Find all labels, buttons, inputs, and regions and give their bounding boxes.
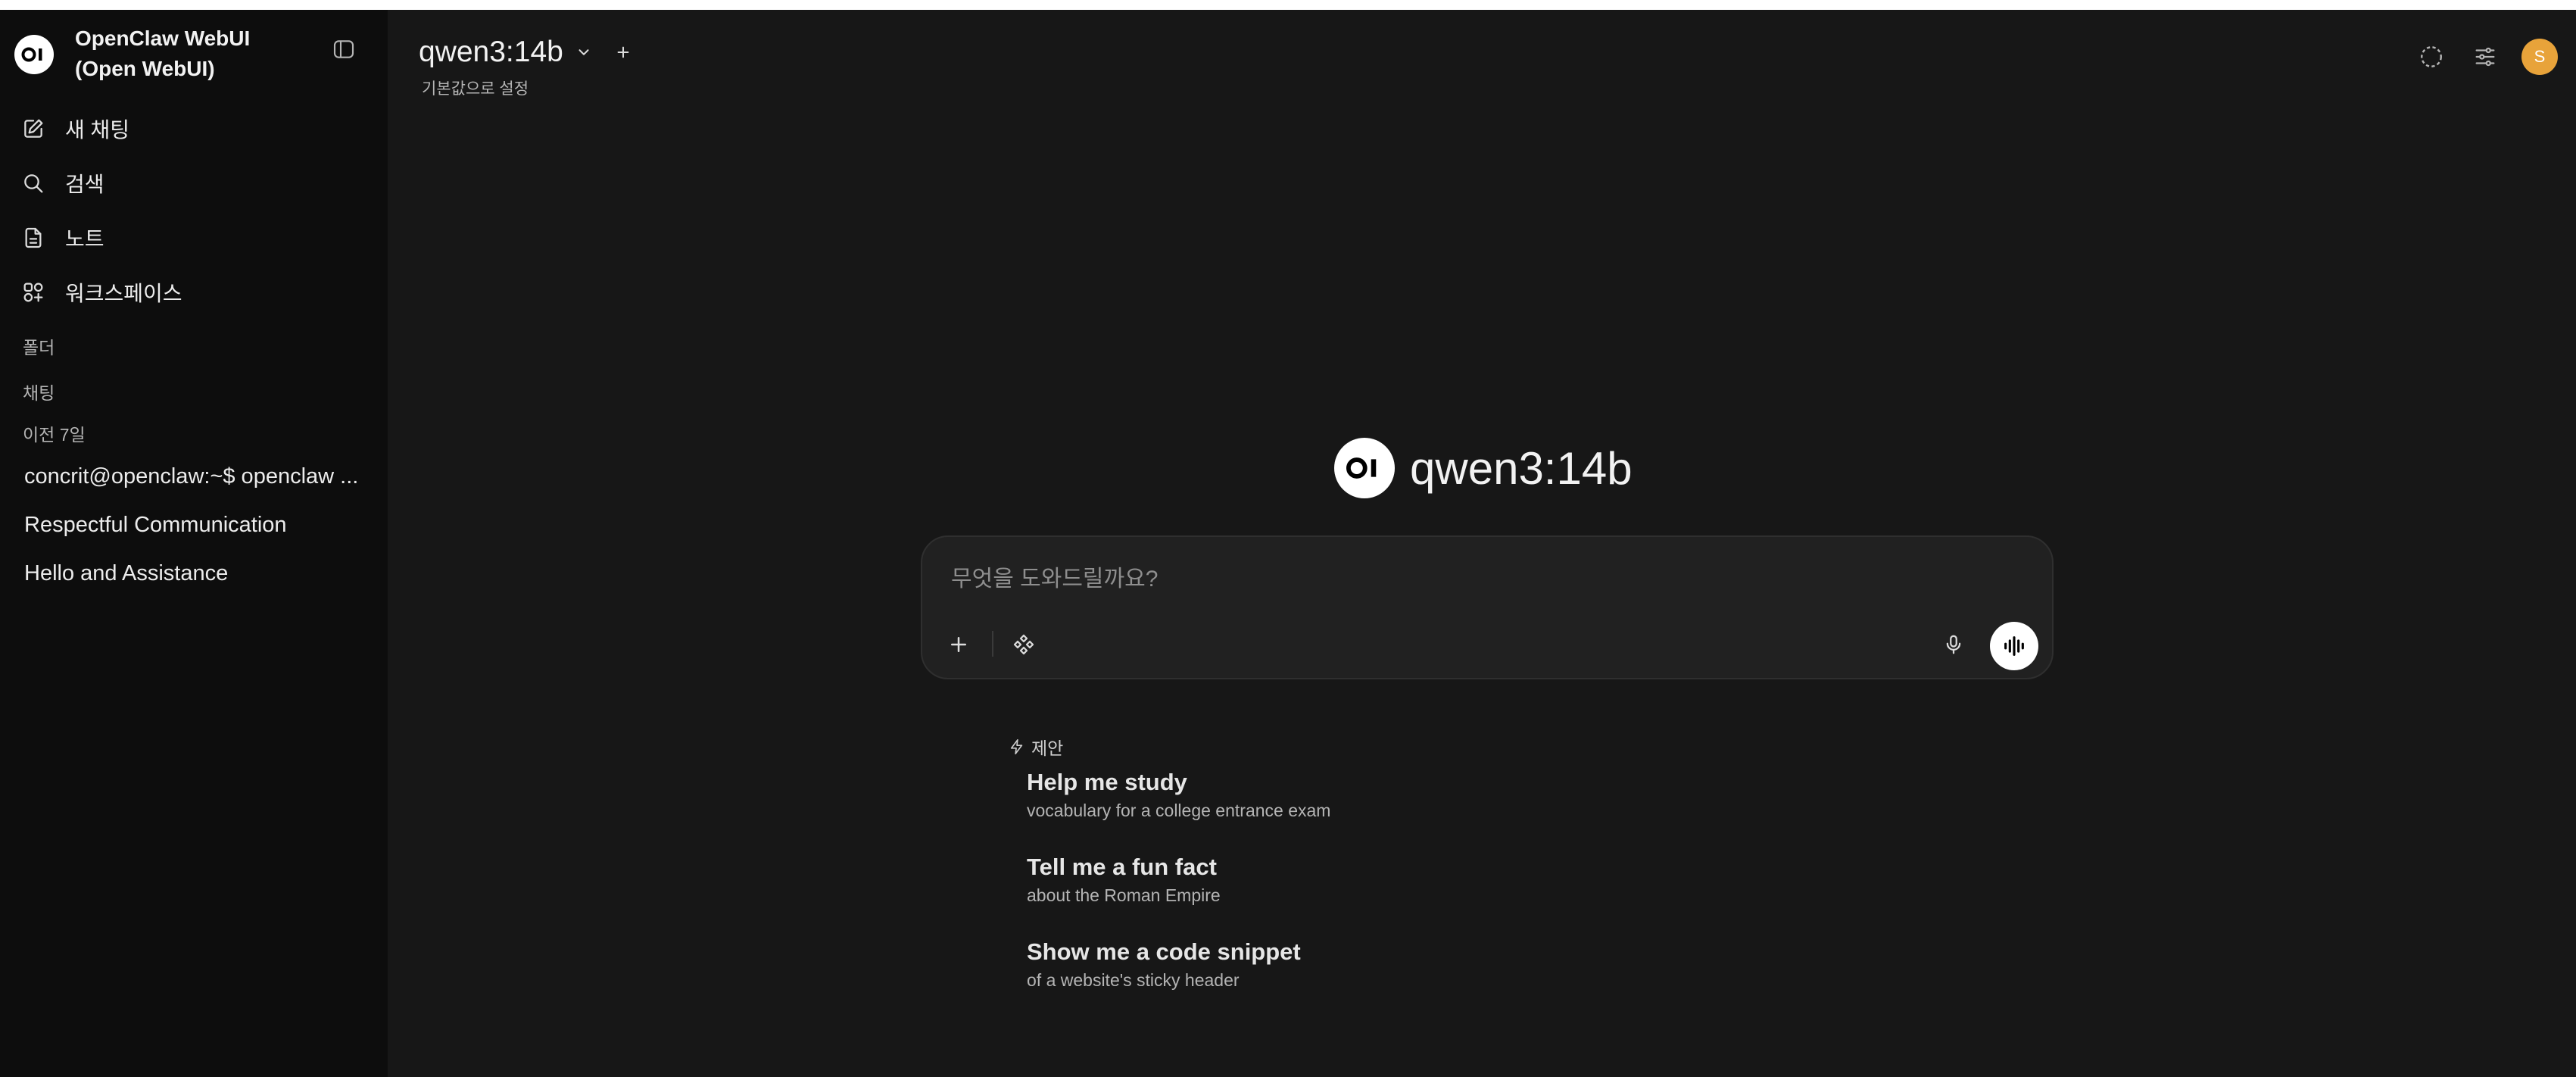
suggestion-item[interactable]: Show me a code snippet of a website's st… — [1027, 937, 1557, 991]
suggestion-subtitle: about the Roman Empire — [1027, 885, 1221, 905]
integrations-icon — [1013, 634, 1034, 655]
plus-icon — [951, 637, 966, 652]
notes-icon — [12, 215, 55, 261]
voice-mode-button[interactable] — [1990, 622, 2038, 670]
model-hero: qwen3:14b — [1334, 435, 1633, 501]
chat-history-item[interactable]: Respectful Communication — [12, 504, 376, 546]
integrations-button[interactable] — [1006, 626, 1042, 663]
edit-icon — [12, 106, 55, 151]
model-selector[interactable]: qwen3:14b — [419, 33, 633, 72]
sidebar-toggle-button[interactable] — [329, 35, 358, 64]
app-name-line1: OpenClaw WebUI — [75, 27, 251, 50]
nav-notes-label: 노트 — [65, 227, 104, 251]
microphone-icon — [1946, 635, 1961, 654]
lightning-icon — [1010, 739, 1023, 754]
nav-new-chat-label: 새 채팅 — [65, 118, 130, 142]
app-window: OpenClaw WebUI (Open WebUI) 새 채팅 검색 노트 워… — [0, 10, 2576, 1077]
controls-icon — [2475, 47, 2495, 67]
app-logo[interactable] — [14, 35, 54, 74]
suggestion-subtitle: of a website's sticky header — [1027, 970, 1240, 990]
suggestion-title: Show me a code snippet — [1027, 938, 1301, 965]
suggestion-item[interactable]: Tell me a fun fact about the Roman Empir… — [1027, 852, 1557, 907]
folders-section-label[interactable]: 폴더 — [23, 333, 55, 359]
controls-button[interactable] — [2470, 42, 2500, 72]
suggestion-subtitle: vocabulary for a college entrance exam — [1027, 801, 1331, 820]
temporary-chat-button[interactable] — [2416, 42, 2447, 72]
nav-search-label: 검색 — [65, 173, 104, 196]
nav-workspace[interactable]: 워크스페이스 — [12, 270, 376, 315]
nav-search[interactable]: 검색 — [12, 161, 376, 206]
open-webui-logo-icon — [21, 47, 42, 62]
nav-new-chat[interactable]: 새 채팅 — [12, 106, 376, 151]
set-default-link[interactable]: 기본값으로 설정 — [422, 76, 529, 99]
hero-model-name: qwen3:14b — [1410, 442, 1633, 494]
add-model-icon[interactable] — [613, 42, 633, 62]
suggestion-item[interactable]: Help me study vocabulary for a college e… — [1027, 767, 1557, 822]
app-name[interactable]: OpenClaw WebUI (Open WebUI) — [75, 23, 302, 84]
sidebar: OpenClaw WebUI (Open WebUI) 새 채팅 검색 노트 워… — [0, 10, 388, 1077]
message-input[interactable] — [950, 566, 1934, 593]
model-logo — [1334, 438, 1395, 498]
temporary-chat-icon — [2421, 46, 2442, 67]
search-icon — [12, 161, 55, 206]
model-name: qwen3:14b — [419, 36, 563, 68]
user-avatar[interactable]: S — [2521, 39, 2558, 75]
app-name-line2: (Open WebUI) — [75, 57, 215, 80]
suggestion-title: Tell me a fun fact — [1027, 854, 1217, 880]
sidebar-panel-icon — [333, 40, 354, 58]
chats-section-label[interactable]: 채팅 — [23, 379, 55, 404]
workspace-icon — [12, 270, 55, 315]
attach-button[interactable] — [940, 626, 977, 663]
message-composer — [921, 535, 2054, 679]
audio-waveform-icon — [2004, 636, 2024, 656]
chevron-down-icon[interactable] — [574, 42, 594, 62]
suggestion-title: Help me study — [1027, 769, 1187, 795]
nav-workspace-label: 워크스페이스 — [65, 282, 182, 305]
chat-history-item[interactable]: Hello and Assistance — [12, 552, 376, 595]
nav-notes[interactable]: 노트 — [12, 215, 376, 261]
suggestions-label: 제안 — [1031, 738, 1064, 758]
open-webui-logo-icon — [1346, 457, 1377, 479]
voice-input-button[interactable] — [1935, 626, 1972, 663]
chat-history-item[interactable]: concrit@openclaw:~$ openclaw ... — [12, 455, 376, 498]
composer-divider — [992, 631, 993, 657]
previous-7-days-label: 이전 7일 — [23, 425, 86, 445]
suggestions-header: 제안 — [1009, 734, 1063, 760]
